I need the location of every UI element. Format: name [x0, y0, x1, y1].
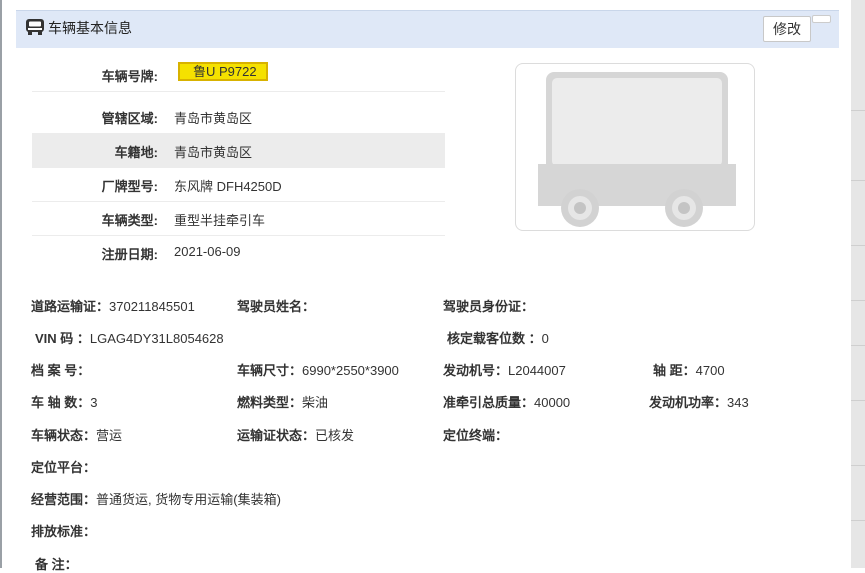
vehicle-image-frame — [515, 63, 755, 231]
engine-power-label: 发动机功率： — [649, 395, 728, 410]
left-border — [0, 0, 2, 568]
model-value: 东风牌 DFH4250D — [174, 179, 282, 194]
fuel-label: 燃料类型： — [237, 395, 303, 410]
wheelbase-value: 4700 — [695, 363, 725, 378]
dimensions-field: 车辆尺寸：6990*2550*3900 — [237, 360, 399, 379]
model-label: 厂牌型号: — [101, 179, 158, 194]
close-tab[interactable] — [812, 15, 831, 23]
info-row-type: 车辆类型: 重型半挂牵引车 — [32, 202, 445, 236]
status-value: 营运 — [96, 428, 123, 443]
edit-button[interactable]: 修改 — [763, 16, 811, 42]
scope-field: 经营范围：普通货运, 货物专用运输(集装箱) — [31, 489, 281, 508]
scope-label: 经营范围： — [31, 492, 97, 507]
driver-name-field: 驾驶员姓名： — [237, 296, 315, 315]
registry-value: 青岛市黄岛区 — [174, 145, 253, 160]
axles-label: 车 轴 数： — [31, 395, 91, 410]
info-row-model: 厂牌型号: 东风牌 DFH4250D — [32, 168, 445, 202]
seats-value: 0 — [541, 331, 549, 346]
background-page-edge — [851, 0, 865, 568]
regdate-label: 注册日期: — [101, 247, 158, 262]
wheelbase-label: 轴 距： — [653, 363, 696, 378]
status-label: 车辆状态： — [31, 428, 97, 443]
tow-mass-label: 准牵引总质量： — [443, 395, 535, 410]
engine-no-field: 发动机号：L2044007 — [443, 360, 566, 379]
engine-no-value: L2044007 — [508, 363, 566, 378]
emission-field: 排放标准： — [31, 521, 96, 540]
info-row-registry: 车籍地: 青岛市黄岛区 — [32, 134, 445, 168]
vin-field: VIN 码 ：LGAG4DY31L8054628 — [35, 328, 224, 347]
dimensions-label: 车辆尺寸： — [237, 363, 303, 378]
permit-status-field: 运输证状态：已核发 — [237, 425, 354, 444]
gps-platform-label: 定位平台： — [31, 460, 97, 475]
plate-label: 车辆号牌: — [101, 69, 158, 84]
gps-platform-field: 定位平台： — [31, 457, 96, 476]
road-permit-label: 道路运输证： — [31, 299, 110, 314]
engine-power-value: 343 — [727, 395, 749, 410]
section-title: 车辆基本信息 — [48, 20, 132, 36]
fuel-value: 柴油 — [302, 395, 329, 410]
info-row-plate: 车辆号牌: 鲁U P9722 — [32, 58, 445, 92]
remark-field: 备 注： — [35, 554, 78, 573]
truck-icon — [26, 19, 44, 35]
remark-label: 备 注： — [35, 557, 78, 572]
registry-label: 车籍地: — [114, 145, 158, 160]
status-field: 车辆状态：营运 — [31, 425, 122, 444]
wheelbase-field: 轴 距：4700 — [653, 360, 725, 379]
info-row-regdate: 注册日期: 2021-06-09 — [32, 236, 445, 270]
axles-value: 3 — [90, 395, 98, 410]
scope-value: 普通货运, 货物专用运输(集装箱) — [96, 492, 281, 507]
driver-name-label: 驾驶员姓名： — [237, 299, 316, 314]
vin-value: LGAG4DY31L8054628 — [89, 331, 224, 346]
region-value: 青岛市黄岛区 — [174, 111, 253, 126]
driver-id-field: 驾驶员身份证： — [443, 296, 534, 315]
type-value: 重型半挂牵引车 — [174, 213, 266, 228]
archive-label: 档 案 号： — [31, 363, 91, 378]
info-row-region: 管辖区域: 青岛市黄岛区 — [32, 100, 445, 134]
engine-power-field: 发动机功率：343 — [649, 392, 749, 411]
license-plate: 鲁U P9722 — [178, 62, 268, 81]
seats-label: 核定载客位数 ： — [447, 331, 542, 346]
tow-mass-field: 准牵引总质量：40000 — [443, 392, 570, 411]
archive-field: 档 案 号： — [31, 360, 90, 379]
emission-label: 排放标准： — [31, 524, 97, 539]
gps-terminal-field: 定位终端： — [443, 425, 508, 444]
axles-field: 车 轴 数：3 — [31, 392, 97, 411]
gps-terminal-label: 定位终端： — [443, 428, 509, 443]
tow-mass-value: 40000 — [534, 395, 571, 410]
truck-illustration — [538, 72, 736, 227]
road-permit-value: 370211845501 — [109, 299, 195, 314]
driver-id-label: 驾驶员身份证： — [443, 299, 535, 314]
type-label: 车辆类型: — [101, 213, 158, 228]
regdate-value: 2021-06-09 — [174, 244, 241, 259]
fuel-field: 燃料类型：柴油 — [237, 392, 328, 411]
section-header: 车辆基本信息 — [16, 10, 839, 48]
road-permit-field: 道路运输证：370211845501 — [31, 296, 195, 315]
permit-status-value: 已核发 — [315, 428, 355, 443]
permit-status-label: 运输证状态： — [237, 428, 316, 443]
dimensions-value: 6990*2550*3900 — [302, 363, 399, 378]
vin-label: VIN 码 ： — [35, 331, 90, 346]
region-label: 管辖区域: — [101, 111, 158, 126]
seats-field: 核定载客位数 ：0 — [447, 328, 549, 347]
engine-no-label: 发动机号： — [443, 363, 509, 378]
